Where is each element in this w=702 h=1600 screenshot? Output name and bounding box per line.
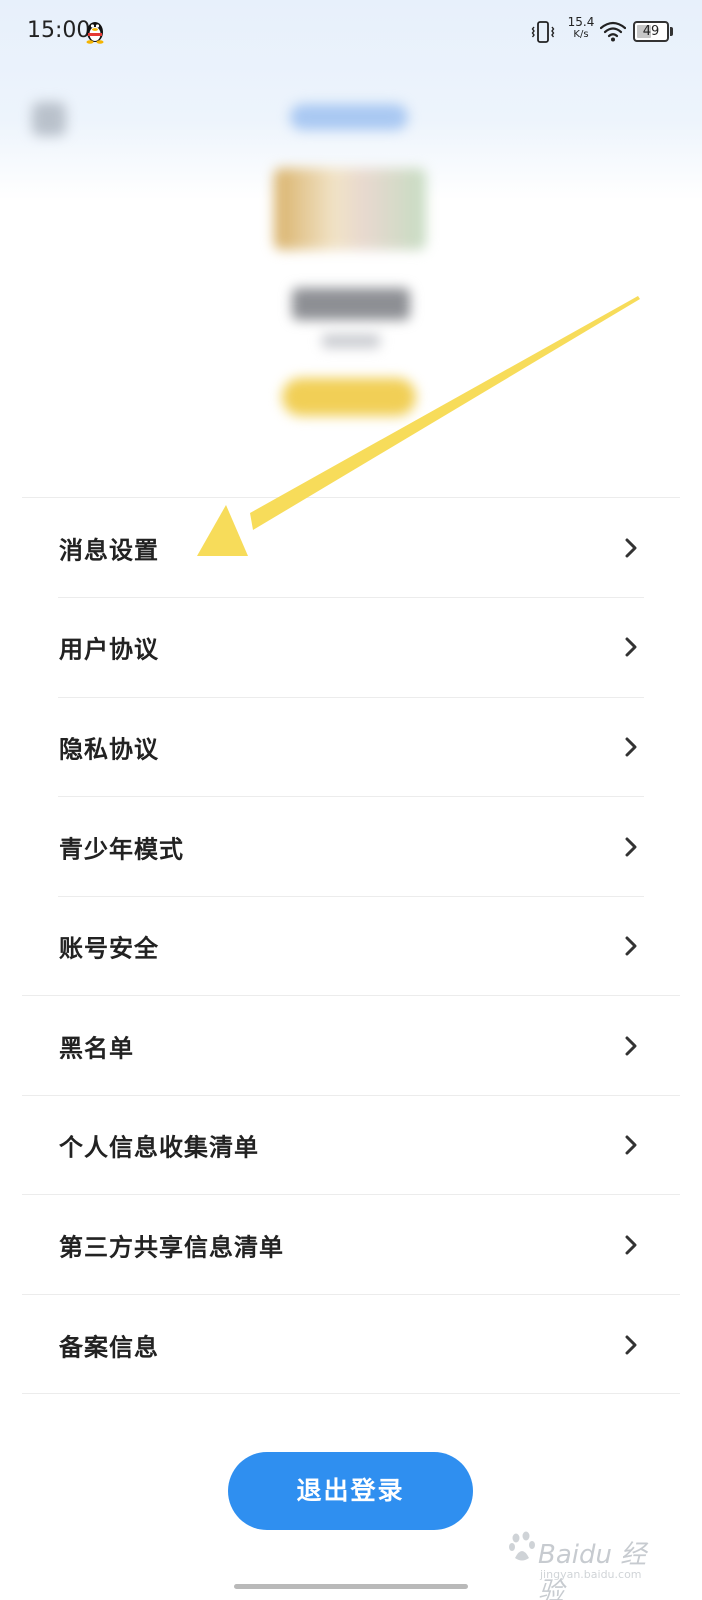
battery-indicator: 49 xyxy=(633,21,673,42)
status-bar: 15:00 15.4 K/s 49 xyxy=(0,0,702,66)
menu-item-label: 用户协议 xyxy=(59,635,159,664)
menu-divider xyxy=(22,1393,680,1394)
chevron-right-icon xyxy=(625,538,637,558)
menu-item-third-party-sharing-list[interactable]: 第三方共享信息清单 xyxy=(0,1195,702,1295)
network-speed-unit: K/s xyxy=(573,29,589,40)
menu-item-user-agreement[interactable]: 用户协议 xyxy=(0,598,702,698)
profile-subtitle-blurred xyxy=(322,334,380,348)
page-title-blurred xyxy=(290,104,408,130)
menu-item-message-settings[interactable]: 消息设置 xyxy=(0,498,702,598)
menu-item-filing-info[interactable]: 备案信息 xyxy=(0,1295,702,1395)
profile-name-blurred xyxy=(292,288,410,320)
menu-item-blacklist[interactable]: 黑名单 xyxy=(0,996,702,1096)
menu-item-account-security[interactable]: 账号安全 xyxy=(0,896,702,996)
chevron-right-icon xyxy=(625,837,637,857)
menu-item-label: 青少年模式 xyxy=(59,835,184,864)
chevron-right-icon xyxy=(625,637,637,657)
paw-icon xyxy=(509,1531,535,1561)
menu-item-label: 隐私协议 xyxy=(59,735,159,764)
profile-action-button[interactable] xyxy=(282,378,416,416)
menu-item-label: 黑名单 xyxy=(59,1034,134,1063)
network-speed-value: 15.4 xyxy=(567,15,595,29)
chevron-right-icon xyxy=(625,737,637,757)
menu-item-label: 账号安全 xyxy=(59,934,159,963)
chevron-right-icon xyxy=(625,1335,637,1355)
back-arrow-icon[interactable] xyxy=(32,102,66,136)
menu-item-youth-mode[interactable]: 青少年模式 xyxy=(0,797,702,897)
chevron-right-icon xyxy=(625,1135,637,1155)
settings-menu: 消息设置 用户协议 隐私协议 青少年模式 账号安全 黑名单 个人信息收集清单 第… xyxy=(0,497,702,1395)
wifi-icon xyxy=(600,21,626,42)
menu-item-label: 备案信息 xyxy=(59,1333,159,1362)
logout-button[interactable]: 退出登录 xyxy=(228,1452,473,1530)
vibrate-icon xyxy=(531,21,555,43)
menu-item-label: 第三方共享信息清单 xyxy=(59,1233,284,1262)
watermark-url: jingyan.baidu.com xyxy=(540,1568,642,1581)
menu-item-label: 消息设置 xyxy=(59,536,159,565)
network-speed: 15.4 K/s xyxy=(566,16,596,40)
menu-item-privacy-agreement[interactable]: 隐私协议 xyxy=(0,697,702,797)
qq-penguin-icon xyxy=(86,22,104,44)
profile-cover-image xyxy=(274,168,426,250)
status-time: 15:00 xyxy=(27,18,91,43)
chevron-right-icon xyxy=(625,936,637,956)
baidu-jingyan-watermark: Baidu 经验 jingyan.baidu.com xyxy=(508,1528,668,1600)
menu-item-label: 个人信息收集清单 xyxy=(59,1133,259,1162)
home-indicator[interactable] xyxy=(234,1584,468,1589)
watermark-brand: Baidu 经验 xyxy=(538,1540,647,1600)
battery-level: 49 xyxy=(642,24,660,39)
menu-item-personal-info-list[interactable]: 个人信息收集清单 xyxy=(0,1096,702,1196)
chevron-right-icon xyxy=(625,1036,637,1056)
battery-tip xyxy=(670,27,673,36)
chevron-right-icon xyxy=(625,1235,637,1255)
